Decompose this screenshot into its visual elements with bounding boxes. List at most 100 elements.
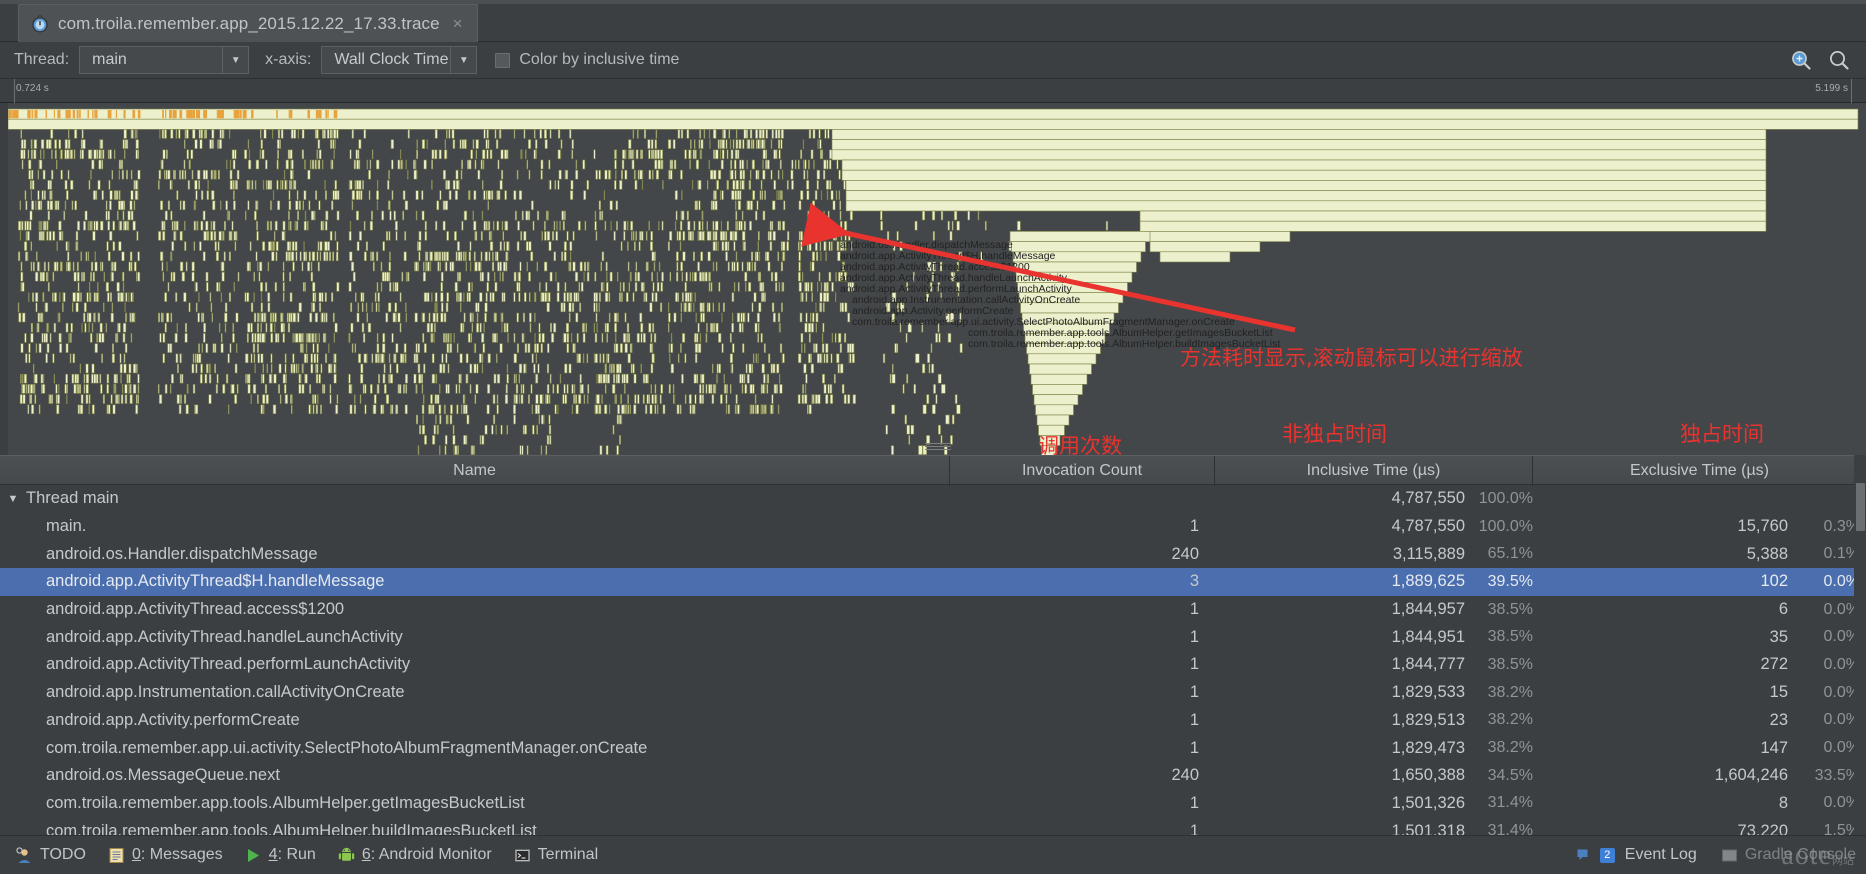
flame-bar[interactable] <box>593 322 596 333</box>
flame-bar[interactable] <box>682 333 686 343</box>
flame-bar[interactable] <box>569 129 572 139</box>
flame-bar[interactable] <box>748 180 752 190</box>
flame-bar[interactable] <box>83 384 86 394</box>
flame-bar-hot[interactable] <box>162 110 164 119</box>
flame-bar[interactable] <box>627 394 629 404</box>
flame-bar[interactable] <box>98 159 102 170</box>
flame-bar[interactable] <box>33 149 37 160</box>
flame-bar[interactable] <box>640 322 644 333</box>
flame-bar[interactable] <box>621 169 623 180</box>
flame-bar[interactable] <box>311 333 315 343</box>
flame-bar[interactable] <box>76 373 80 384</box>
table-row[interactable]: android.app.Instrumentation.callActivity… <box>0 679 1866 707</box>
flame-bar[interactable] <box>672 384 675 394</box>
flame-bar[interactable] <box>658 220 660 231</box>
flame-bar[interactable] <box>450 404 453 415</box>
flame-bar[interactable] <box>637 129 639 139</box>
flame-bar[interactable] <box>431 404 435 415</box>
flame-bar[interactable] <box>639 231 642 241</box>
flame-bar[interactable] <box>288 190 291 200</box>
flame-bar[interactable] <box>810 220 814 231</box>
flame-bar[interactable] <box>334 180 337 190</box>
flame-bar[interactable] <box>329 129 333 139</box>
flame-bar[interactable] <box>112 241 116 251</box>
flame-bar[interactable] <box>31 169 34 180</box>
flame-bar[interactable] <box>485 139 488 149</box>
flame-bar[interactable] <box>435 302 437 313</box>
flame-bar[interactable] <box>33 384 35 394</box>
flame-bar[interactable] <box>349 220 352 231</box>
flame-bar[interactable] <box>727 241 730 251</box>
flame-bar[interactable] <box>157 384 160 394</box>
flame-bar[interactable] <box>619 282 622 292</box>
flame-bar-hot[interactable] <box>318 110 322 119</box>
flame-bar[interactable] <box>236 384 239 394</box>
flame-bar[interactable] <box>472 139 475 149</box>
flame-bar[interactable] <box>376 190 379 200</box>
flame-bar[interactable] <box>645 404 648 415</box>
flame-bar[interactable] <box>731 322 734 333</box>
flame-bar[interactable] <box>825 180 830 190</box>
flame-bar[interactable] <box>229 169 233 180</box>
flame-bar[interactable] <box>655 169 659 180</box>
flame-bar[interactable] <box>440 271 444 282</box>
flame-bar[interactable] <box>308 404 311 415</box>
flame-bar[interactable] <box>805 373 808 384</box>
column-header-exclusive-time[interactable]: Exclusive Time (µs) <box>1533 456 1866 486</box>
flame-bar[interactable] <box>543 129 547 139</box>
flame-bar[interactable] <box>697 343 702 353</box>
flame-bar[interactable] <box>120 394 124 404</box>
flame-bar[interactable] <box>679 404 682 415</box>
status-item-android-monitor[interactable]: 6: Android Monitor <box>332 846 508 864</box>
flame-bar[interactable] <box>528 394 530 404</box>
flame-bar[interactable] <box>217 241 220 251</box>
flame-bar[interactable] <box>286 312 289 323</box>
flame-bar[interactable] <box>132 363 137 374</box>
flame-bar[interactable] <box>273 373 277 384</box>
flame-bar[interactable] <box>835 271 837 282</box>
flame-bar[interactable] <box>735 210 738 221</box>
flame-bar[interactable] <box>405 312 407 323</box>
flame-bar[interactable] <box>687 302 691 313</box>
flame-bar[interactable] <box>575 159 578 170</box>
flame-bar[interactable] <box>694 139 696 149</box>
flame-bar[interactable] <box>354 343 357 353</box>
flame-bar[interactable] <box>571 149 574 160</box>
flame-bar[interactable] <box>485 190 488 200</box>
flame-bar[interactable] <box>135 149 138 160</box>
flame-bar[interactable] <box>195 282 198 292</box>
flame-bar[interactable] <box>513 333 516 343</box>
flame-bar[interactable] <box>841 159 1767 171</box>
flame-bar[interactable] <box>77 404 81 415</box>
flame-bar[interactable] <box>475 139 479 149</box>
flame-bar[interactable] <box>685 302 688 313</box>
flame-bar[interactable] <box>848 353 850 364</box>
flame-bar[interactable] <box>513 292 516 302</box>
flame-bar[interactable] <box>906 282 909 292</box>
flame-bar[interactable] <box>208 373 212 384</box>
flame-bar[interactable] <box>967 210 971 221</box>
flame-bar[interactable] <box>829 394 834 404</box>
flame-bar[interactable] <box>167 343 171 353</box>
flame-bar[interactable] <box>122 282 125 292</box>
flame-bar[interactable] <box>783 200 786 211</box>
flame-bar[interactable] <box>350 322 354 333</box>
flame-bar[interactable] <box>906 373 909 384</box>
flame-bar[interactable] <box>254 210 257 221</box>
flame-bar[interactable] <box>608 169 611 180</box>
flame-bar[interactable] <box>262 363 264 374</box>
flame-bar[interactable] <box>823 241 827 251</box>
flame-bar[interactable] <box>951 414 955 425</box>
flame-bar-hot[interactable] <box>123 110 126 119</box>
flame-bar[interactable] <box>735 180 739 190</box>
flame-bar[interactable] <box>632 149 634 160</box>
flame-bar[interactable] <box>830 353 833 364</box>
flame-bar[interactable] <box>599 353 602 364</box>
flame-bar[interactable] <box>70 333 72 343</box>
flame-bar[interactable] <box>231 220 234 231</box>
flame-bar[interactable] <box>546 384 550 394</box>
flame-bar[interactable] <box>540 159 544 170</box>
flame-bar[interactable] <box>470 261 472 272</box>
flame-bar[interactable] <box>298 384 302 394</box>
flame-bar[interactable] <box>336 210 340 221</box>
